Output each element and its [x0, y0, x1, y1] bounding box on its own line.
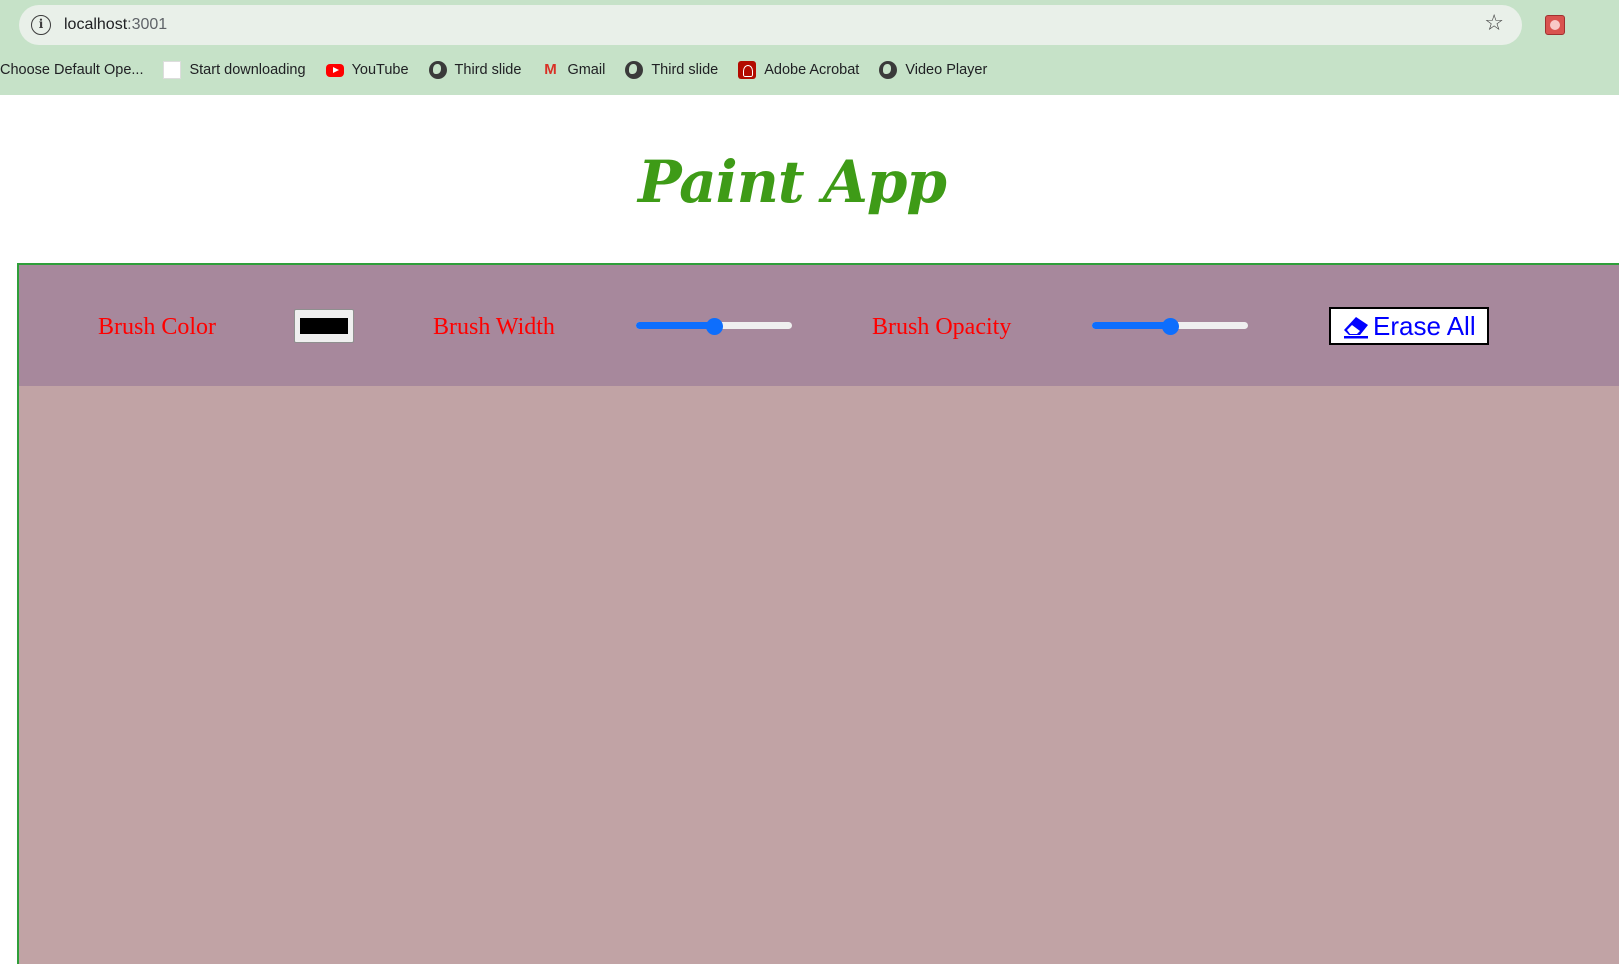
- bookmark-label: Third slide: [651, 62, 719, 78]
- slider-fill: [636, 322, 714, 329]
- brush-opacity-label: Brush Opacity: [872, 314, 1012, 340]
- brush-color-label: Brush Color: [98, 314, 217, 340]
- address-bar[interactable]: i localhost:3001 ☆: [19, 5, 1522, 45]
- url-text[interactable]: localhost:3001: [64, 15, 167, 35]
- bookmark-third-slide-2[interactable]: Third slide: [615, 57, 728, 83]
- bookmark-label: Third slide: [454, 62, 522, 78]
- gmail-icon: M: [544, 61, 557, 78]
- globe-icon: [879, 61, 898, 79]
- brush-width-label: Brush Width: [433, 314, 555, 340]
- page-title: Paint App: [638, 148, 947, 216]
- bookmark-star-icon[interactable]: ☆: [1484, 12, 1504, 36]
- brush-opacity-slider[interactable]: [1092, 318, 1248, 335]
- bookmark-label: Start downloading: [189, 62, 306, 78]
- bookmark-label: Video Player: [905, 62, 988, 78]
- slider-thumb[interactable]: [706, 318, 723, 335]
- bookmark-adobe-acrobat[interactable]: Adobe Acrobat: [728, 57, 869, 83]
- youtube-icon: [325, 63, 344, 77]
- bookmarks-bar: Choose Default Ope... Start downloading …: [0, 57, 997, 83]
- bookmark-gmail[interactable]: M Gmail: [531, 57, 615, 83]
- eraser-icon: [1344, 317, 1368, 339]
- brush-color-picker[interactable]: [294, 309, 354, 343]
- bookmark-start-downloading[interactable]: Start downloading: [153, 57, 315, 83]
- bookmark-third-slide-1[interactable]: Third slide: [419, 57, 532, 83]
- bookmark-label: Adobe Acrobat: [764, 62, 860, 78]
- url-host: localhost: [64, 16, 128, 33]
- paint-toolbar: Brush Color Brush Width Brush Opacity Er…: [19, 265, 1619, 386]
- blank-page-icon: [163, 61, 182, 79]
- bookmark-label: Gmail: [567, 62, 606, 78]
- bookmark-choose-default[interactable]: Choose Default Ope...: [0, 57, 153, 83]
- extension-icon[interactable]: [1545, 15, 1565, 35]
- erase-all-label: Erase All: [1373, 310, 1476, 341]
- paint-app: Brush Color Brush Width Brush Opacity Er…: [17, 263, 1619, 964]
- browser-chrome: i localhost:3001 ☆ Choose Default Ope...…: [0, 0, 1619, 95]
- drawing-canvas[interactable]: [19, 386, 1619, 964]
- slider-fill: [1092, 322, 1170, 329]
- bookmark-label: YouTube: [351, 62, 409, 78]
- bookmark-youtube[interactable]: YouTube: [316, 57, 419, 83]
- brush-width-slider[interactable]: [636, 318, 792, 335]
- site-info-icon[interactable]: i: [31, 15, 51, 35]
- erase-all-button[interactable]: Erase All: [1329, 307, 1489, 345]
- url-port: :3001: [127, 16, 168, 33]
- slider-thumb[interactable]: [1162, 318, 1179, 335]
- bookmark-label: Choose Default Ope...: [0, 62, 144, 78]
- globe-icon: [428, 61, 447, 79]
- acrobat-icon: [738, 61, 757, 79]
- bookmark-video-player[interactable]: Video Player: [869, 57, 997, 83]
- globe-icon: [625, 61, 644, 79]
